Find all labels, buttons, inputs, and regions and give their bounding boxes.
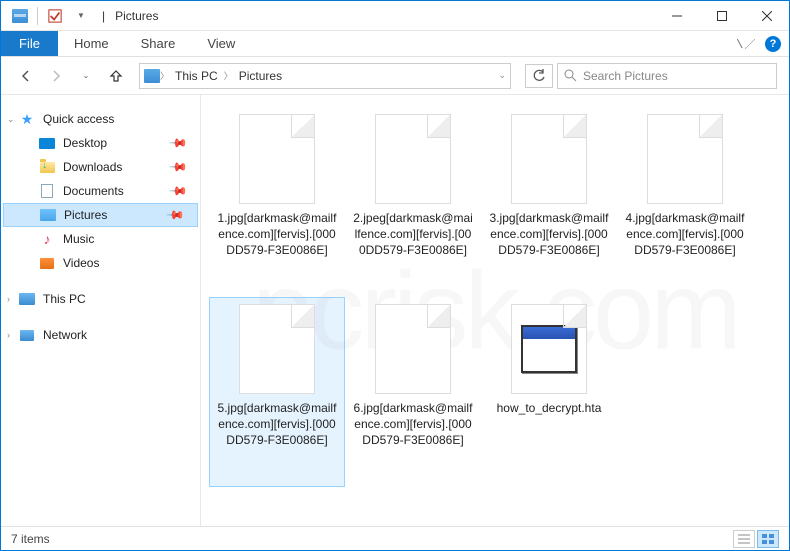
- location-icon: [144, 69, 160, 83]
- explorer-window: ▼ | Pictures File Home Share View 〵╱ ? ⌄…: [0, 0, 790, 551]
- refresh-button[interactable]: [525, 64, 553, 88]
- chevron-right-icon[interactable]: ›: [7, 294, 10, 304]
- sidebar-item-music[interactable]: ♪ Music: [1, 227, 200, 251]
- sidebar-this-pc[interactable]: › This PC: [1, 287, 200, 311]
- qat-separator: [37, 7, 38, 25]
- search-input[interactable]: Search Pictures: [557, 63, 777, 89]
- sidebar-quick-access[interactable]: ⌄ ★ Quick access: [1, 107, 200, 131]
- file-name: 6.jpg[darkmask@mailfence.com][fervis].[0…: [350, 400, 476, 449]
- details-view-button[interactable]: [733, 530, 755, 548]
- file-item[interactable]: 6.jpg[darkmask@mailfence.com][fervis].[0…: [345, 297, 481, 487]
- tab-view[interactable]: View: [191, 31, 251, 56]
- maximize-button[interactable]: [699, 1, 744, 30]
- chevron-right-icon[interactable]: 〉: [160, 69, 169, 82]
- sidebar-item-label: Quick access: [43, 112, 114, 126]
- back-button[interactable]: [13, 63, 39, 89]
- downloads-icon: [40, 162, 55, 173]
- breadcrumb-thispc[interactable]: This PC: [169, 69, 224, 83]
- up-button[interactable]: [103, 63, 129, 89]
- pin-icon: 📌: [168, 157, 188, 177]
- network-icon: [20, 330, 34, 341]
- search-placeholder: Search Pictures: [583, 69, 668, 83]
- close-button[interactable]: [744, 1, 789, 30]
- forward-button[interactable]: [43, 63, 69, 89]
- tab-share[interactable]: Share: [125, 31, 192, 56]
- search-icon: [564, 69, 577, 82]
- chevron-right-icon[interactable]: 〉: [224, 69, 233, 82]
- pin-icon: 📌: [165, 205, 185, 225]
- file-item[interactable]: 4.jpg[darkmask@mailfence.com][fervis].[0…: [617, 107, 753, 297]
- desktop-icon: [39, 138, 55, 149]
- pin-icon: 📌: [168, 133, 188, 153]
- recent-dropdown-icon[interactable]: ⌄: [73, 63, 99, 89]
- videos-icon: [40, 258, 54, 269]
- tab-home[interactable]: Home: [58, 31, 125, 56]
- item-count: 7 items: [11, 532, 50, 546]
- file-name: 4.jpg[darkmask@mailfence.com][fervis].[0…: [622, 210, 748, 259]
- breadcrumb-pictures[interactable]: Pictures: [233, 69, 288, 83]
- file-name: 3.jpg[darkmask@mailfence.com][fervis].[0…: [486, 210, 612, 259]
- file-icon: [375, 304, 451, 394]
- file-icon: [511, 114, 587, 204]
- pictures-icon: [40, 209, 56, 221]
- sidebar-item-desktop[interactable]: Desktop 📌: [1, 131, 200, 155]
- sidebar-item-label: Pictures: [64, 208, 107, 222]
- file-icon: [647, 114, 723, 204]
- sidebar-item-downloads[interactable]: Downloads 📌: [1, 155, 200, 179]
- chevron-right-icon[interactable]: ›: [7, 330, 10, 340]
- file-icon: [375, 114, 451, 204]
- sidebar-item-label: Videos: [63, 256, 99, 270]
- sidebar-item-label: This PC: [43, 292, 86, 306]
- file-item[interactable]: 1.jpg[darkmask@mailfence.com][fervis].[0…: [209, 107, 345, 297]
- file-icon: [239, 114, 315, 204]
- sidebar-item-pictures[interactable]: Pictures 📌: [3, 203, 198, 227]
- hta-icon: [511, 304, 587, 394]
- music-icon: ♪: [39, 232, 55, 246]
- thumbnails-view-button[interactable]: [757, 530, 779, 548]
- address-bar[interactable]: 〉 This PC 〉 Pictures ⌄: [139, 63, 511, 89]
- properties-qat-icon[interactable]: [44, 5, 66, 27]
- app-icon[interactable]: [9, 5, 31, 27]
- qat-dropdown-icon[interactable]: ▼: [70, 5, 92, 27]
- star-icon: ★: [19, 112, 35, 126]
- file-item[interactable]: 5.jpg[darkmask@mailfence.com][fervis].[0…: [209, 297, 345, 487]
- file-tab[interactable]: File: [1, 31, 58, 56]
- titlebar-separator: |: [102, 9, 105, 23]
- pin-icon: 📌: [168, 181, 188, 201]
- file-item[interactable]: 3.jpg[darkmask@mailfence.com][fervis].[0…: [481, 107, 617, 297]
- help-icon[interactable]: ?: [765, 36, 781, 52]
- file-item[interactable]: 2.jpeg[darkmask@mailfence.com][fervis].[…: [345, 107, 481, 297]
- file-list[interactable]: pcrisk.com 1.jpg[darkmask@mailfence.com]…: [201, 95, 789, 526]
- window-title: Pictures: [115, 9, 158, 23]
- pc-icon: [19, 293, 35, 305]
- sidebar-item-documents[interactable]: Documents 📌: [1, 179, 200, 203]
- file-icon: [239, 304, 315, 394]
- minimize-button[interactable]: [654, 1, 699, 30]
- navigation-pane[interactable]: ⌄ ★ Quick access Desktop 📌 Downloads 📌 D…: [1, 95, 201, 526]
- ribbon: File Home Share View 〵╱ ?: [1, 31, 789, 57]
- address-dropdown-icon[interactable]: ⌄: [498, 70, 506, 81]
- file-name: 1.jpg[darkmask@mailfence.com][fervis].[0…: [214, 210, 340, 259]
- titlebar[interactable]: ▼ | Pictures: [1, 1, 789, 31]
- sidebar-item-label: Network: [43, 328, 87, 342]
- file-name: how_to_decrypt.hta: [495, 400, 604, 416]
- nav-toolbar: ⌄ 〉 This PC 〉 Pictures ⌄ Search Pictures: [1, 57, 789, 95]
- sidebar-item-label: Desktop: [63, 136, 107, 150]
- sidebar-item-videos[interactable]: Videos: [1, 251, 200, 275]
- file-name: 2.jpeg[darkmask@mailfence.com][fervis].[…: [350, 210, 476, 259]
- file-item[interactable]: how_to_decrypt.hta: [481, 297, 617, 487]
- ribbon-collapse-icon[interactable]: 〵╱: [735, 36, 755, 51]
- documents-icon: [41, 184, 53, 198]
- sidebar-network[interactable]: › Network: [1, 323, 200, 347]
- chevron-down-icon[interactable]: ⌄: [7, 114, 15, 125]
- sidebar-item-label: Documents: [63, 184, 124, 198]
- file-name: 5.jpg[darkmask@mailfence.com][fervis].[0…: [214, 400, 340, 449]
- status-bar: 7 items: [1, 526, 789, 550]
- sidebar-item-label: Music: [63, 232, 94, 246]
- sidebar-item-label: Downloads: [63, 160, 122, 174]
